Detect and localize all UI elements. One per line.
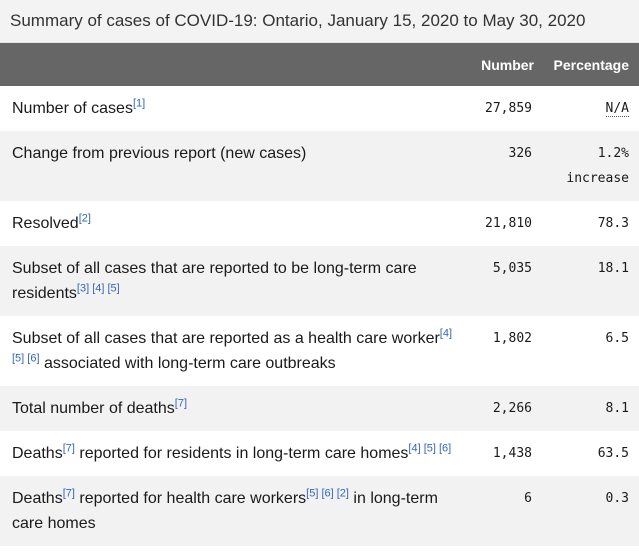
reference-link[interactable]: [7] [63, 443, 75, 455]
row-label: Change from previous report (new cases) [0, 131, 468, 201]
table-row: Total number of deaths[7] 2,266 8.1 [0, 386, 639, 431]
table-header-row: Number Percentage [0, 43, 639, 86]
row-label-text: reported for residents in long-term care… [74, 445, 409, 462]
row-label: Deaths[7] reported for health care worke… [0, 476, 468, 546]
covid-summary-table: Number Percentage Number of cases[1] 27,… [0, 43, 639, 546]
row-number: 5,035 [468, 246, 544, 316]
row-number: 27,859 [468, 86, 544, 131]
reference-link[interactable]: [7] [175, 398, 187, 410]
table-row: Deaths[7] reported for residents in long… [0, 431, 639, 476]
summary-table-container: Summary of cases of COVID-19: Ontario, J… [0, 0, 639, 546]
percentage-value: 1.2% [597, 146, 629, 161]
reference-link[interactable]: [5] [6] [2] [306, 488, 349, 500]
reference-link[interactable]: [2] [79, 213, 91, 225]
row-label-text: Deaths [12, 445, 63, 462]
row-percentage: 1.2% increase [544, 131, 639, 201]
header-percentage: Percentage [544, 43, 639, 86]
reference-link[interactable]: [3] [4] [5] [77, 283, 120, 295]
row-label: Total number of deaths[7] [0, 386, 468, 431]
reference-link[interactable]: [1] [133, 98, 145, 110]
table-row: Subset of all cases that are reported to… [0, 246, 639, 316]
row-percentage: N/A [544, 86, 639, 131]
not-applicable-abbr: N/A [605, 101, 629, 117]
row-percentage: 63.5 [544, 431, 639, 476]
row-label: Number of cases[1] [0, 86, 468, 131]
row-label-text: associated with long-term care outbreaks [39, 355, 336, 372]
header-number: Number [468, 43, 544, 86]
row-label: Deaths[7] reported for residents in long… [0, 431, 468, 476]
row-percentage: 6.5 [544, 316, 639, 386]
row-label-text: reported for health care workers [74, 490, 307, 507]
reference-link[interactable]: [7] [63, 488, 75, 500]
row-number: 1,802 [468, 316, 544, 386]
percentage-note: increase [566, 171, 629, 186]
row-number: 1,438 [468, 431, 544, 476]
table-row: Subset of all cases that are reported as… [0, 316, 639, 386]
table-row: Resolved[2] 21,810 78.3 [0, 201, 639, 246]
row-label: Subset of all cases that are reported as… [0, 316, 468, 386]
row-percentage: 18.1 [544, 246, 639, 316]
table-row: Number of cases[1] 27,859 N/A [0, 86, 639, 131]
reference-link[interactable]: [4] [5] [6] [408, 443, 451, 455]
row-percentage: 8.1 [544, 386, 639, 431]
row-label-text: Number of cases [12, 100, 133, 117]
row-number: 6 [468, 476, 544, 546]
row-label-text: Subset of all cases that are reported as… [12, 330, 440, 347]
row-label-text: Total number of deaths [12, 400, 175, 417]
table-row: Change from previous report (new cases) … [0, 131, 639, 201]
row-percentage: 78.3 [544, 201, 639, 246]
table-caption: Summary of cases of COVID-19: Ontario, J… [0, 0, 639, 43]
row-label-text: Deaths [12, 490, 63, 507]
row-number: 2,266 [468, 386, 544, 431]
row-number: 21,810 [468, 201, 544, 246]
row-percentage: 0.3 [544, 476, 639, 546]
row-label: Subset of all cases that are reported to… [0, 246, 468, 316]
row-label: Resolved[2] [0, 201, 468, 246]
header-label [0, 43, 468, 86]
table-row: Deaths[7] reported for health care worke… [0, 476, 639, 546]
row-number: 326 [468, 131, 544, 201]
row-label-text: Subset of all cases that are reported to… [12, 260, 417, 302]
row-label-text: Resolved [12, 215, 79, 232]
